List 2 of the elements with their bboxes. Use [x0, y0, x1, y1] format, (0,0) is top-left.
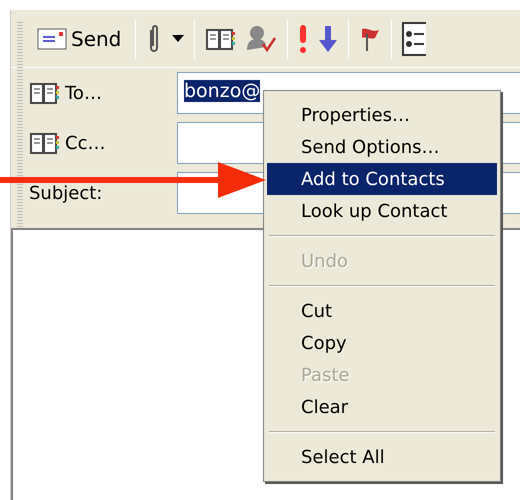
field-label: Subject: [29, 182, 102, 206]
typed-text: bonzo@ [184, 80, 260, 102]
